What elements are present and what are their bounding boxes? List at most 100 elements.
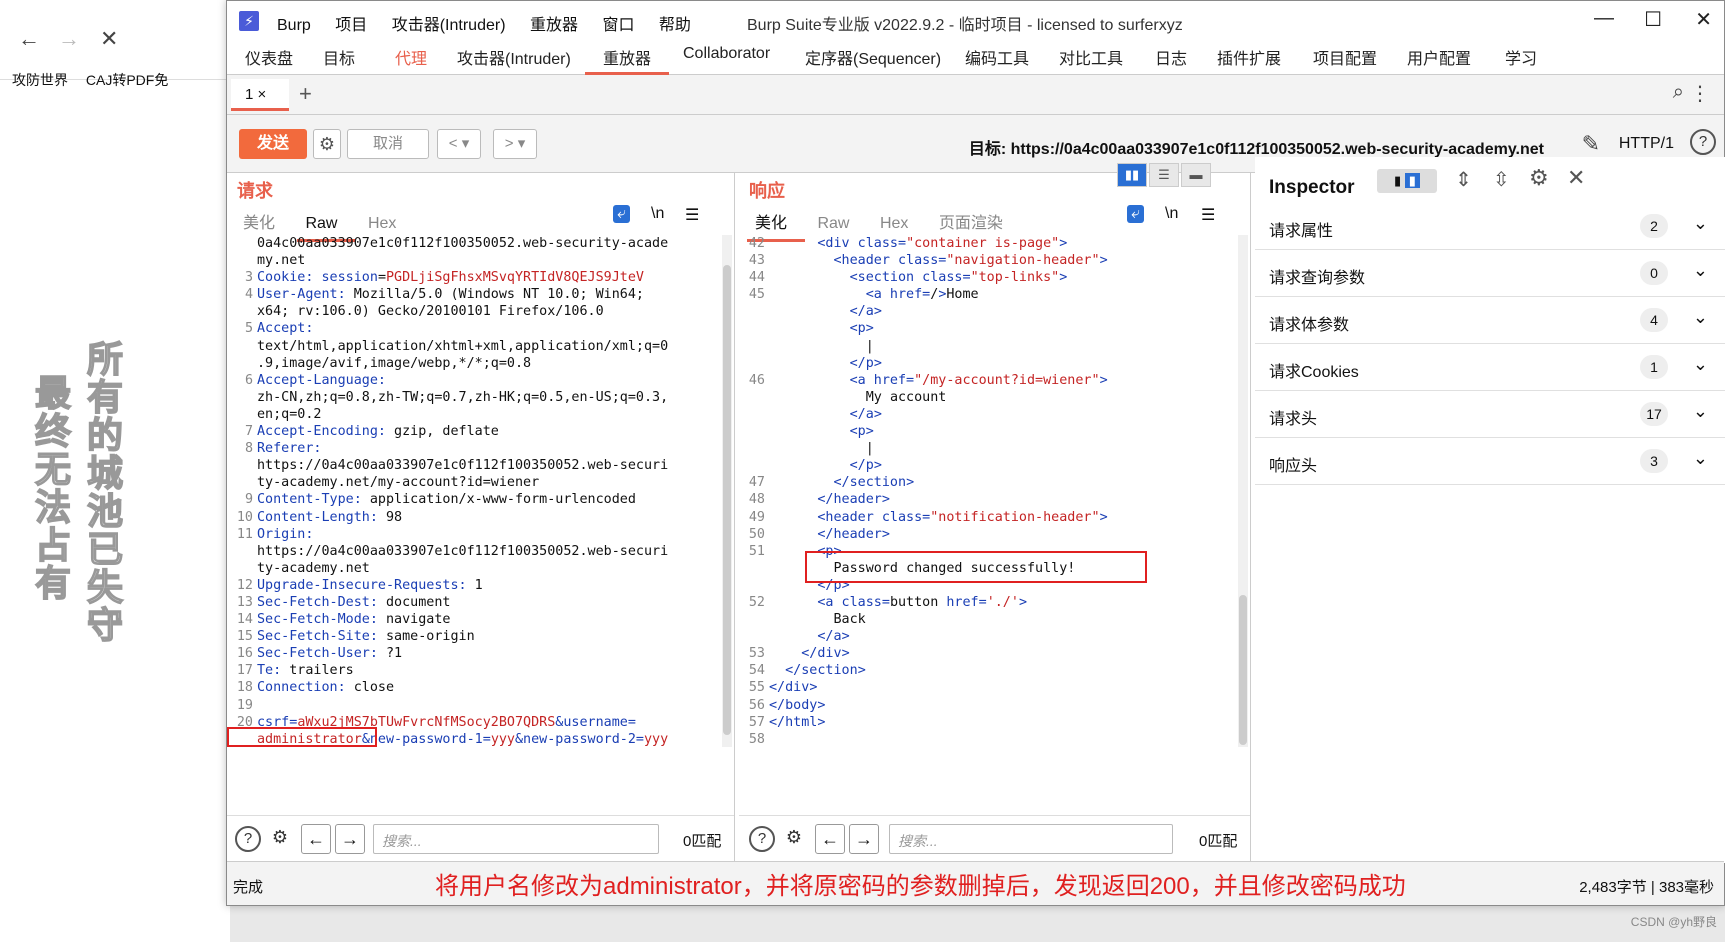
close-icon[interactable]: ✕: [1567, 165, 1585, 191]
newline-icon[interactable]: \n: [1165, 205, 1178, 223]
minimize-icon[interactable]: —: [1594, 7, 1614, 30]
repeater-tab-1[interactable]: 1 ×: [231, 79, 289, 111]
options-menu-icon[interactable]: ☰: [685, 205, 699, 225]
tab-target[interactable]: 目标: [323, 45, 355, 75]
inspector-section[interactable]: 请求体参数 4 ⌄: [1255, 297, 1725, 344]
http-version[interactable]: HTTP/1: [1619, 135, 1674, 153]
tab-project-options[interactable]: 项目配置: [1313, 45, 1377, 75]
help-icon[interactable]: ?: [235, 826, 261, 852]
header-value: https://0a4c00aa033907e1c0f112f100350052…: [257, 543, 669, 559]
code-token: >: [865, 321, 874, 337]
options-menu-icon[interactable]: ☰: [1201, 205, 1215, 225]
response-search-input[interactable]: 搜索...: [889, 824, 1173, 854]
tab-extensions[interactable]: 插件扩展: [1217, 45, 1281, 75]
request-editor[interactable]: 0a4c00aa033907e1c0f112f100350052.web-sec…: [227, 235, 720, 748]
help-icon[interactable]: ?: [749, 826, 775, 852]
close-icon[interactable]: ✕: [100, 26, 118, 52]
code-token: "notification-header": [930, 509, 1100, 525]
code-token: >: [1099, 509, 1108, 525]
code-line: 18 Connection: close: [227, 679, 720, 696]
header-key: Sec-Fetch-User:: [257, 646, 378, 662]
maximize-icon[interactable]: ☐: [1644, 7, 1662, 32]
forward-icon[interactable]: →: [58, 26, 80, 52]
request-search-bar: ? ⚙ ← → 搜索... 0匹配: [227, 815, 734, 867]
tab-intruder[interactable]: 攻击器(Intruder): [457, 45, 571, 75]
menu-burp[interactable]: Burp: [277, 17, 311, 34]
bookmark-item[interactable]: CAJ转PDF免: [86, 72, 168, 88]
menu-help[interactable]: 帮助: [659, 17, 691, 34]
collapse-all-icon[interactable]: ⇳: [1493, 167, 1510, 192]
newline-icon[interactable]: \n: [651, 205, 664, 223]
settings-gear-icon[interactable]: ⚙: [1529, 165, 1549, 191]
search-icon[interactable]: ⌕: [1673, 81, 1684, 104]
title-bar: ⚡ Burp 项目 攻击器(Intruder) 重放器 窗口 帮助 Burp S…: [227, 1, 1724, 39]
line-number: 13: [236, 594, 253, 610]
more-icon[interactable]: ⋮: [1690, 81, 1710, 106]
tab-dashboard[interactable]: 仪表盘: [245, 45, 293, 75]
settings-gear-icon[interactable]: ⚙: [781, 826, 807, 852]
add-tab-icon[interactable]: +: [299, 81, 312, 107]
menu-intruder[interactable]: 攻击器(Intruder): [392, 17, 506, 34]
code-line: my.net: [227, 252, 720, 269]
inspector-section[interactable]: 请求属性 2 ⌄: [1255, 203, 1725, 250]
code-token: "container is-page": [906, 236, 1060, 251]
settings-gear-icon[interactable]: ⚙: [267, 826, 293, 852]
response-scrollbar[interactable]: [1238, 235, 1248, 747]
wrap-lines-icon[interactable]: ⤶: [613, 205, 630, 223]
arrow-left-icon[interactable]: ←: [815, 824, 845, 854]
line-number: 12: [236, 577, 253, 593]
request-search-input[interactable]: 搜索...: [373, 824, 659, 854]
inspector-pane: Inspector ▮ ▮ ⇕ ⇳ ⚙ ✕ 请求属性 2 ⌄ 请求查询参数 0 ⌄ 请求体参…: [1255, 157, 1725, 863]
menu-window[interactable]: 窗口: [602, 17, 634, 34]
tab-comparer[interactable]: 对比工具: [1059, 45, 1123, 75]
inspector-layout-toggle[interactable]: ▮ ▮: [1377, 169, 1437, 193]
code-token: <header: [833, 253, 890, 269]
expand-all-icon[interactable]: ⇕: [1455, 167, 1472, 192]
menu-repeater[interactable]: 重放器: [530, 17, 578, 34]
tab-repeater[interactable]: 重放器: [585, 45, 670, 75]
tab-user-options[interactable]: 用户配置: [1407, 45, 1471, 75]
target-url[interactable]: 目标: https://0a4c00aa033907e1c0f112f10035…: [969, 135, 1544, 159]
history-forward-button[interactable]: > ▾: [493, 129, 537, 159]
request-scrollbar[interactable]: [722, 235, 732, 747]
code-line: 54 </section>: [739, 662, 1236, 679]
send-button[interactable]: 发送: [239, 129, 307, 159]
response-title: 响应: [749, 181, 785, 201]
wrap-lines-icon[interactable]: ⤶: [1127, 205, 1144, 223]
code-token: </section: [833, 475, 907, 491]
arrow-right-icon[interactable]: →: [335, 824, 365, 854]
inspector-section[interactable]: 请求查询参数 0 ⌄: [1255, 250, 1725, 297]
arrow-right-icon[interactable]: →: [849, 824, 879, 854]
tab-learn[interactable]: 学习: [1505, 45, 1537, 75]
code-line: 15 Sec-Fetch-Site: same-origin: [227, 628, 720, 645]
history-back-button[interactable]: < ▾: [437, 129, 481, 159]
inspector-section[interactable]: 响应头 3 ⌄: [1255, 438, 1725, 485]
header-value: x64; rv:106.0) Gecko/20100101 Firefox/10…: [257, 304, 604, 320]
layout-stacked-icon[interactable]: ☰: [1149, 163, 1179, 187]
code-line: 5 Accept:: [227, 320, 720, 337]
window-close-icon[interactable]: ✕: [1695, 7, 1712, 32]
response-editor[interactable]: 42 <div class="container is-page"> 43 <he…: [739, 235, 1236, 748]
help-icon[interactable]: ?: [1690, 129, 1716, 155]
tab-collaborator[interactable]: Collaborator: [683, 45, 770, 75]
bookmark-item[interactable]: 攻防世界: [12, 72, 68, 88]
settings-gear-icon[interactable]: ⚙: [313, 129, 341, 159]
line-number: 4: [244, 287, 253, 303]
inspector-section[interactable]: 请求头 17 ⌄: [1255, 391, 1725, 438]
menu-bar: Burp 项目 攻击器(Intruder) 重放器 窗口 帮助: [277, 11, 711, 35]
tab-proxy[interactable]: 代理: [395, 45, 427, 75]
tab-sequencer[interactable]: 定序器(Sequencer): [805, 45, 941, 75]
tab-logger[interactable]: 日志: [1155, 45, 1187, 75]
inspector-section[interactable]: 请求Cookies 1 ⌄: [1255, 344, 1725, 391]
arrow-left-icon[interactable]: ←: [301, 824, 331, 854]
edit-pencil-icon[interactable]: ✎: [1582, 131, 1600, 157]
burp-window: ⚡ Burp 项目 攻击器(Intruder) 重放器 窗口 帮助 Burp S…: [226, 0, 1725, 906]
cancel-button[interactable]: 取消: [347, 129, 429, 159]
layout-side-by-side-icon[interactable]: ▮▮: [1117, 163, 1147, 187]
layout-tabs-icon[interactable]: ▬: [1181, 163, 1211, 187]
menu-project[interactable]: 项目: [335, 17, 367, 34]
tab-decoder[interactable]: 编码工具: [965, 45, 1029, 75]
back-icon[interactable]: ←: [18, 26, 40, 52]
